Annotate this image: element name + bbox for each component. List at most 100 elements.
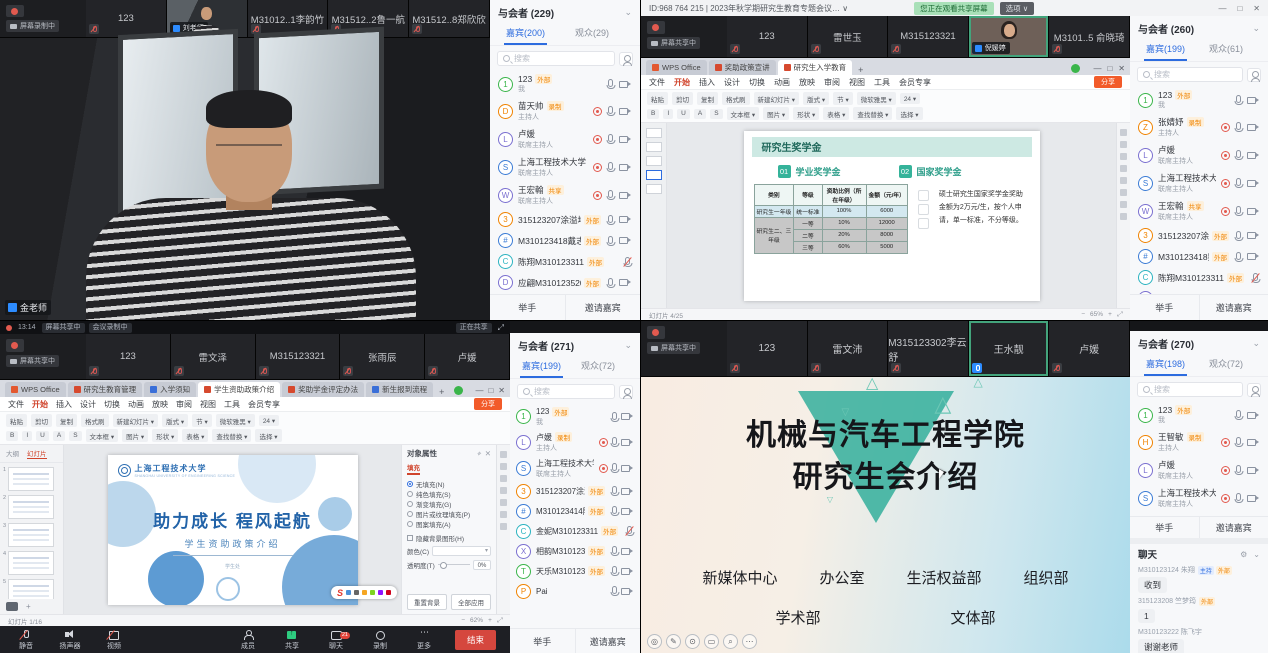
window-control-button[interactable]: ✕ bbox=[1112, 64, 1125, 73]
ribbon-button[interactable]: 微软雅黑 ▾ bbox=[857, 92, 896, 105]
camera-icon[interactable] bbox=[619, 216, 628, 223]
menu-item[interactable]: 放映 bbox=[799, 77, 815, 88]
slideshow-tool-icon[interactable]: ⋯ bbox=[742, 634, 757, 649]
document-tab[interactable]: WPS Office bbox=[5, 382, 66, 397]
panel-tab[interactable]: 观众(61) bbox=[1207, 39, 1245, 61]
video-thumbnail[interactable]: 倪媛婷 bbox=[969, 16, 1050, 57]
toolbar-button[interactable]: 更多 bbox=[402, 630, 446, 651]
video-thumbnail[interactable]: M315123302李云舒 bbox=[888, 321, 969, 376]
toolbar-button[interactable]: 扬声器 bbox=[48, 630, 92, 651]
ribbon-button[interactable]: B bbox=[6, 431, 18, 441]
participant-row[interactable]: # M310123418魏世铎外部 bbox=[1130, 246, 1268, 267]
video-thumbnail[interactable]: 卢媛 bbox=[425, 334, 510, 379]
chat-message[interactable]: M310123222 陈飞宇 谢谢老师 bbox=[1130, 626, 1268, 653]
camera-icon[interactable] bbox=[1247, 412, 1256, 419]
ribbon-button[interactable]: 微软雅黑 ▾ bbox=[216, 414, 255, 427]
menu-item[interactable]: 设计 bbox=[724, 77, 740, 88]
record-icon[interactable] bbox=[1221, 151, 1230, 160]
ribbon-button[interactable]: 节 ▾ bbox=[192, 414, 212, 427]
panel-tab[interactable]: 观众(72) bbox=[1207, 354, 1245, 376]
camera-icon[interactable] bbox=[1247, 208, 1256, 215]
floating-tools[interactable] bbox=[918, 184, 929, 254]
mic-icon[interactable] bbox=[1236, 95, 1241, 103]
ribbon-button[interactable]: S bbox=[710, 109, 722, 119]
panel-tab[interactable]: 观众(29) bbox=[573, 23, 611, 45]
ribbon-button[interactable]: 复制 bbox=[697, 92, 718, 105]
search-input[interactable] bbox=[1154, 385, 1237, 394]
participant-row[interactable]: 1 123外部 我 bbox=[510, 404, 640, 429]
participant-row[interactable]: C 金妮M310123311外部 bbox=[510, 521, 640, 541]
account-avatar[interactable] bbox=[1071, 64, 1080, 73]
menu-item[interactable]: 设计 bbox=[80, 399, 96, 410]
slide-thumbnail-rail[interactable] bbox=[641, 123, 667, 308]
record-icon[interactable] bbox=[1221, 207, 1230, 216]
ribbon-button[interactable]: 节 ▾ bbox=[833, 92, 853, 105]
collapse-icon[interactable]: ⌄ bbox=[624, 7, 632, 18]
record-icon[interactable] bbox=[593, 191, 602, 200]
slide-canvas[interactable]: 上海工程技术大学SHANGHAI UNIVERSITY OF ENGINEERI… bbox=[64, 445, 401, 614]
ribbon-button[interactable]: A bbox=[53, 431, 65, 441]
camera-icon[interactable] bbox=[619, 237, 628, 244]
camera-icon[interactable] bbox=[1247, 495, 1256, 502]
new-tab-button[interactable]: + bbox=[435, 387, 448, 397]
fill-option-radio[interactable]: 图片或纹理填充(P) bbox=[407, 509, 491, 519]
window-control-button[interactable]: □ bbox=[483, 386, 493, 395]
menu-item[interactable]: 开始 bbox=[32, 399, 48, 410]
camera-icon[interactable] bbox=[619, 108, 628, 115]
ribbon-button[interactable]: S bbox=[69, 431, 81, 441]
ribbon-button[interactable]: 文本框 ▾ bbox=[727, 107, 760, 120]
video-thumbnail[interactable]: 雷文泽 bbox=[171, 334, 256, 379]
collapse-icon[interactable]: ⌄ bbox=[1252, 338, 1260, 349]
ribbon-button[interactable]: 24 ▾ bbox=[900, 93, 920, 104]
ribbon-button[interactable]: 复制 bbox=[56, 414, 77, 427]
slideshow-tool-icon[interactable]: ⊙ bbox=[685, 634, 700, 649]
mic-icon[interactable] bbox=[608, 236, 613, 244]
menu-item[interactable]: 工具 bbox=[874, 77, 890, 88]
slide-thumbnail[interactable]: 4 bbox=[3, 551, 60, 575]
fill-option-radio[interactable]: 纯色填充(S) bbox=[407, 489, 491, 499]
fill-option-radio[interactable]: 渐变填充(G) bbox=[407, 499, 491, 509]
toolbar-button[interactable]: 录制 bbox=[358, 630, 402, 651]
toolbar-button[interactable]: 静音 bbox=[4, 630, 48, 651]
mic-icon[interactable] bbox=[612, 566, 617, 574]
window-control-button[interactable]: — bbox=[1087, 64, 1101, 73]
document-tab[interactable]: 奖助政策宣讲 bbox=[709, 60, 776, 75]
ribbon-button[interactable]: 图片 ▾ bbox=[763, 107, 789, 120]
ribbon-button[interactable]: 格式刷 bbox=[722, 92, 750, 105]
menu-item[interactable]: 会员专享 bbox=[248, 399, 280, 410]
participant-row[interactable]: C 陈翔M310123311外部 bbox=[1130, 267, 1268, 288]
pane-tab[interactable]: 大纲 bbox=[6, 448, 19, 459]
record-icon[interactable] bbox=[1221, 438, 1230, 447]
slideshow-tool-icon[interactable]: ✎ bbox=[666, 634, 681, 649]
mic-icon[interactable] bbox=[612, 486, 617, 494]
camera-icon[interactable] bbox=[619, 81, 628, 88]
mic-off-icon[interactable] bbox=[625, 257, 630, 265]
fullscreen-icon[interactable]: ⤢ bbox=[497, 617, 502, 625]
add-slide-button[interactable]: + bbox=[26, 602, 31, 611]
zoom-in-button[interactable]: + bbox=[488, 617, 492, 624]
camera-icon[interactable] bbox=[619, 164, 628, 171]
ribbon-button[interactable]: 新建幻灯片 ▾ bbox=[754, 92, 800, 105]
new-tab-button[interactable]: + bbox=[854, 65, 867, 75]
camera-icon[interactable] bbox=[1247, 439, 1256, 446]
camera-icon[interactable] bbox=[1247, 232, 1256, 239]
mic-icon[interactable] bbox=[612, 506, 617, 514]
pin-icon[interactable]: ⌖ bbox=[476, 449, 480, 459]
reset-background-button[interactable]: 重置背景 bbox=[407, 594, 447, 610]
menu-item[interactable]: 放映 bbox=[152, 399, 168, 410]
participant-row[interactable]: L 卢媛 联席主持人 bbox=[490, 125, 640, 153]
ribbon-button[interactable]: 表格 ▾ bbox=[182, 429, 208, 442]
add-person-icon[interactable] bbox=[1247, 383, 1261, 397]
camera-icon[interactable] bbox=[621, 588, 630, 595]
camera-icon[interactable] bbox=[619, 136, 628, 143]
ribbon-button[interactable]: 剪切 bbox=[672, 92, 693, 105]
camera-icon[interactable] bbox=[621, 413, 630, 420]
video-thumbnail[interactable]: 雷文沛 bbox=[808, 321, 889, 376]
camera-icon[interactable] bbox=[619, 192, 628, 199]
video-thumbnail[interactable]: 123 bbox=[727, 16, 808, 57]
ribbon-button[interactable]: 选择 ▾ bbox=[896, 107, 922, 120]
chat-collapse-icon[interactable]: ⌄ bbox=[1253, 550, 1260, 559]
mic-icon[interactable] bbox=[612, 586, 617, 594]
window-title-bar[interactable]: ID:968 764 215 | 2023年秋学期研究生教育专题会议… ∨ 您正… bbox=[641, 0, 1268, 16]
participant-row[interactable]: 3 315123207涂溢坤外部 bbox=[510, 481, 640, 501]
